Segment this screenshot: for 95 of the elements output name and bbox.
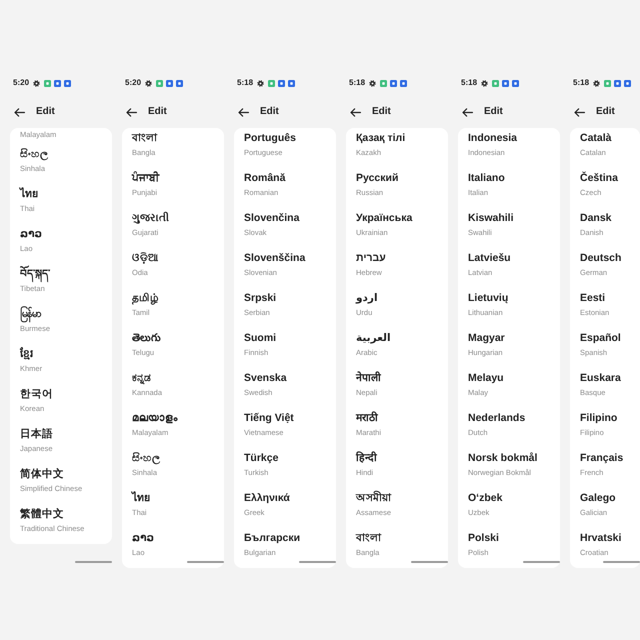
language-name[interactable]: සිංහල bbox=[132, 451, 160, 466]
language-name[interactable]: తెలుగు bbox=[132, 331, 161, 346]
language-name[interactable]: ਪੰਜਾਬੀ bbox=[132, 171, 159, 186]
language-name[interactable]: Suomi bbox=[244, 331, 276, 346]
back-arrow-icon[interactable] bbox=[350, 108, 361, 116]
language-name[interactable]: অসমীয়া bbox=[356, 491, 391, 506]
language-name[interactable]: Indonesia bbox=[468, 131, 518, 146]
language-name[interactable]: Magyar bbox=[468, 331, 505, 346]
language-name[interactable]: සිංහල bbox=[20, 147, 48, 162]
language-name[interactable]: മലയാളം bbox=[132, 411, 178, 426]
language-name[interactable]: Galego bbox=[580, 491, 616, 506]
status-time: 5:18 bbox=[349, 78, 366, 88]
home-indicator[interactable] bbox=[523, 560, 560, 563]
language-name[interactable]: ગુજરાતી bbox=[132, 211, 169, 226]
language-name[interactable]: ಕನ್ನಡ bbox=[132, 371, 151, 386]
language-name[interactable]: Українська bbox=[356, 211, 412, 226]
language-name[interactable]: བོད་སྐད་ bbox=[20, 267, 50, 282]
language-name[interactable]: 繁體中文 bbox=[20, 507, 64, 522]
language-name[interactable]: Latviešu bbox=[468, 251, 511, 266]
language-name[interactable]: ไทย bbox=[132, 491, 150, 506]
language-name[interactable]: Español bbox=[580, 331, 621, 346]
language-name[interactable]: বাংলা bbox=[356, 531, 381, 546]
language-name[interactable]: العربية bbox=[356, 331, 391, 346]
status-time: 5:18 bbox=[237, 78, 254, 88]
language-name[interactable]: Русский bbox=[356, 171, 398, 186]
screen-title: Edit bbox=[148, 106, 167, 118]
settings-icon bbox=[593, 80, 600, 86]
language-name[interactable]: Hrvatski bbox=[580, 531, 622, 546]
language-name[interactable]: Euskara bbox=[580, 371, 621, 386]
language-name[interactable]: עברית bbox=[356, 251, 386, 266]
back-arrow-icon[interactable] bbox=[462, 108, 473, 116]
settings-icon bbox=[481, 80, 488, 86]
language-name[interactable]: ລາວ bbox=[20, 227, 42, 242]
status-time: 5:18 bbox=[573, 78, 590, 88]
status-time: 5:20 bbox=[13, 78, 30, 88]
language-name[interactable]: Italiano bbox=[468, 171, 505, 186]
language-name[interactable]: Norsk bokmål bbox=[468, 451, 538, 466]
language-name[interactable]: Nederlands bbox=[468, 411, 526, 426]
settings-icon bbox=[369, 80, 376, 86]
home-indicator[interactable] bbox=[603, 560, 640, 563]
screen-title: Edit bbox=[484, 106, 503, 118]
language-name[interactable]: ଓଡ଼ିଆ bbox=[132, 251, 159, 266]
language-name[interactable]: नेपाली bbox=[356, 371, 381, 386]
language-name[interactable]: Slovenčina bbox=[244, 211, 300, 226]
screen-title: Edit bbox=[596, 106, 615, 118]
language-name[interactable]: Melayu bbox=[468, 371, 504, 386]
language-name[interactable]: বাংলা bbox=[132, 131, 157, 146]
screen-title: Edit bbox=[36, 106, 55, 118]
language-name[interactable]: Қазақ тілі bbox=[356, 131, 406, 146]
language-name[interactable]: Kiswahili bbox=[468, 211, 514, 226]
settings-icon bbox=[145, 80, 152, 86]
home-indicator[interactable] bbox=[411, 560, 448, 563]
settings-icon bbox=[257, 80, 264, 86]
language-name[interactable]: हिन्दी bbox=[356, 451, 377, 466]
language-name[interactable]: Slovenščina bbox=[244, 251, 306, 266]
status-time: 5:20 bbox=[125, 78, 142, 88]
language-name[interactable]: Tiếng Việt bbox=[244, 411, 294, 426]
language-name[interactable]: Eesti bbox=[580, 291, 606, 306]
language-name[interactable]: Srpski bbox=[244, 291, 276, 306]
language-name[interactable]: 简体中文 bbox=[20, 467, 64, 482]
language-name[interactable]: 日本語 bbox=[20, 427, 53, 442]
language-name[interactable]: Türkçe bbox=[244, 451, 278, 466]
language-name[interactable]: Deutsch bbox=[580, 251, 622, 266]
language-name[interactable]: O‘zbek bbox=[468, 491, 502, 506]
home-indicator[interactable] bbox=[187, 560, 224, 563]
language-name[interactable]: Dansk bbox=[580, 211, 612, 226]
language-name[interactable]: Français bbox=[580, 451, 624, 466]
language-name[interactable]: Polski bbox=[468, 531, 499, 546]
status-time: 5:18 bbox=[461, 78, 478, 88]
language-name[interactable]: Svenska bbox=[244, 371, 287, 386]
back-arrow-icon[interactable] bbox=[14, 108, 25, 116]
language-name[interactable]: Български bbox=[244, 531, 300, 546]
settings-icon bbox=[33, 80, 40, 86]
language-name[interactable]: मराठी bbox=[356, 411, 378, 426]
language-name[interactable]: ไทย bbox=[20, 187, 38, 202]
language-name[interactable]: Português bbox=[244, 131, 296, 146]
language-name[interactable]: 한국어 bbox=[20, 387, 53, 402]
screen-title: Edit bbox=[260, 106, 279, 118]
language-name[interactable]: Ελληνικά bbox=[244, 491, 290, 506]
home-indicator[interactable] bbox=[75, 560, 112, 563]
language-name[interactable]: မြန်မာ bbox=[20, 307, 41, 322]
screen-title: Edit bbox=[372, 106, 391, 118]
language-name[interactable]: Filipino bbox=[580, 411, 618, 426]
language-name[interactable]: Català bbox=[580, 131, 612, 146]
back-arrow-icon[interactable] bbox=[126, 108, 137, 116]
language-name[interactable]: Română bbox=[244, 171, 286, 186]
language-name[interactable]: தமிழ் bbox=[132, 291, 159, 306]
language-name[interactable]: ລາວ bbox=[132, 531, 154, 546]
back-arrow-icon[interactable] bbox=[238, 108, 249, 116]
language-name[interactable]: Čeština bbox=[580, 171, 618, 186]
language-name[interactable]: Lietuvių bbox=[468, 291, 508, 306]
home-indicator[interactable] bbox=[299, 560, 336, 563]
language-name[interactable]: اردو bbox=[356, 291, 378, 306]
back-arrow-icon[interactable] bbox=[574, 108, 585, 116]
language-name[interactable]: ខ្មែរ bbox=[20, 347, 33, 362]
